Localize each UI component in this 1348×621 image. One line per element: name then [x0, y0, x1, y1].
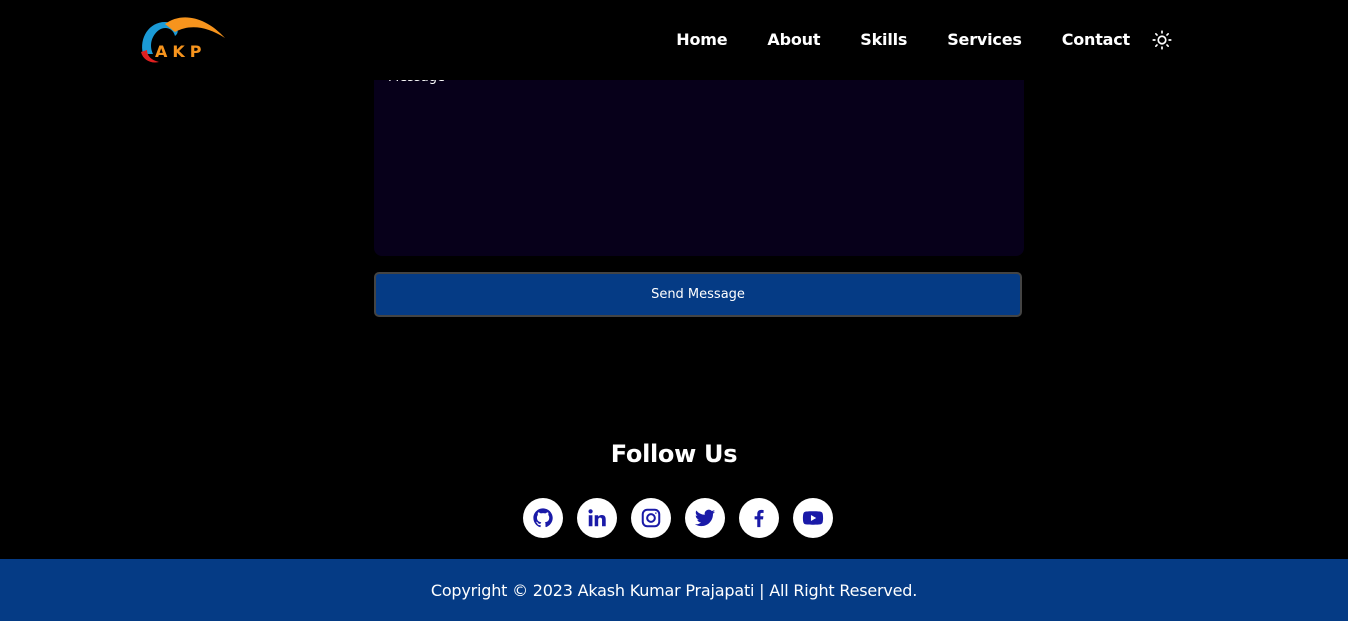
logo-graphic: AKP: [141, 17, 225, 63]
message-textarea[interactable]: [374, 60, 1024, 256]
copyright-text: Copyright © 2023 Akash Kumar Prajapati |…: [430, 580, 918, 600]
nav-about[interactable]: About: [767, 30, 820, 50]
send-message-button[interactable]: Send Message: [374, 272, 1022, 317]
nav-menu: Home About Skills Services Contact: [676, 30, 1172, 50]
youtube-icon: [802, 511, 824, 525]
follow-us-heading: Follow Us: [610, 440, 738, 468]
nav-home[interactable]: Home: [676, 30, 727, 50]
instagram-link[interactable]: [631, 498, 671, 538]
facebook-link[interactable]: [739, 498, 779, 538]
nav-contact[interactable]: Contact: [1062, 30, 1131, 50]
akp-logo[interactable]: AKP: [135, 14, 227, 68]
github-icon: [533, 508, 553, 528]
linkedin-link[interactable]: [577, 498, 617, 538]
facebook-icon: [754, 509, 764, 528]
twitter-icon: [694, 509, 716, 527]
social-links: [523, 498, 833, 538]
nav-services[interactable]: Services: [947, 30, 1022, 50]
twitter-link[interactable]: [685, 498, 725, 538]
logo-text: AKP: [155, 42, 207, 61]
footer: Copyright © 2023 Akash Kumar Prajapati |…: [0, 559, 1348, 621]
github-link[interactable]: [523, 498, 563, 538]
instagram-icon: [641, 508, 661, 528]
nav-skills[interactable]: Skills: [860, 30, 907, 50]
theme-toggle-button[interactable]: [1152, 30, 1172, 50]
navbar: AKP Home About Skills Services Contact: [0, 0, 1348, 80]
sun-icon: [1152, 30, 1172, 50]
message-field-container: [374, 60, 1024, 256]
linkedin-icon: [588, 509, 606, 527]
youtube-link[interactable]: [793, 498, 833, 538]
